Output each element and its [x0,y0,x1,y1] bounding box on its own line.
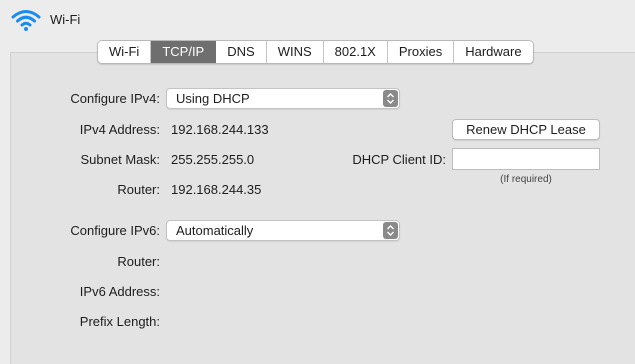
dhcp-client-id-label: DHCP Client ID: [352,152,446,167]
renew-dhcp-lease-button[interactable]: Renew DHCP Lease [452,119,600,140]
configure-ipv6-value: Automatically [176,223,254,238]
dhcp-client-id-hint: (If required) [500,174,552,185]
chevron-updown-icon [383,222,398,239]
subnet-mask-value: 255.255.255.0 [171,152,255,167]
header-title: Wi-Fi [50,12,81,27]
configure-ipv6-popup[interactable]: Automatically [166,220,400,241]
ipv6-router-label: Router: [117,254,160,269]
subnet-mask-label: Subnet Mask: [80,152,161,167]
tab-wifi[interactable]: Wi-Fi [98,41,152,63]
tab-bar: Wi-Fi TCP/IP DNS WINS 802.1X Proxies Har… [97,40,534,64]
tab-hardware[interactable]: Hardware [454,41,533,63]
configure-ipv4-value: Using DHCP [176,91,250,106]
ipv4-address-label: IPv4 Address: [79,122,160,137]
router-label: Router: [117,182,160,197]
router-value: 192.168.244.35 [171,182,262,197]
chevron-updown-icon [383,90,398,107]
configure-ipv6-label: Configure IPv6: [70,223,160,238]
ipv4-address-value: 192.168.244.133 [171,122,269,137]
prefix-length-label: Prefix Length: [79,314,160,329]
tab-dns[interactable]: DNS [216,41,267,63]
tab-8021x[interactable]: 802.1X [323,41,388,63]
configure-ipv4-popup[interactable]: Using DHCP [166,88,400,109]
tab-tcpip[interactable]: TCP/IP [151,41,217,63]
configure-ipv4-label: Configure IPv4: [70,91,160,106]
window-header: Wi-Fi [0,0,635,40]
tab-wins[interactable]: WINS [266,41,324,63]
dhcp-client-id-field[interactable] [452,148,600,170]
wifi-icon [11,10,41,31]
ipv6-address-label: IPv6 Address: [79,284,160,299]
tab-proxies[interactable]: Proxies [387,41,455,63]
